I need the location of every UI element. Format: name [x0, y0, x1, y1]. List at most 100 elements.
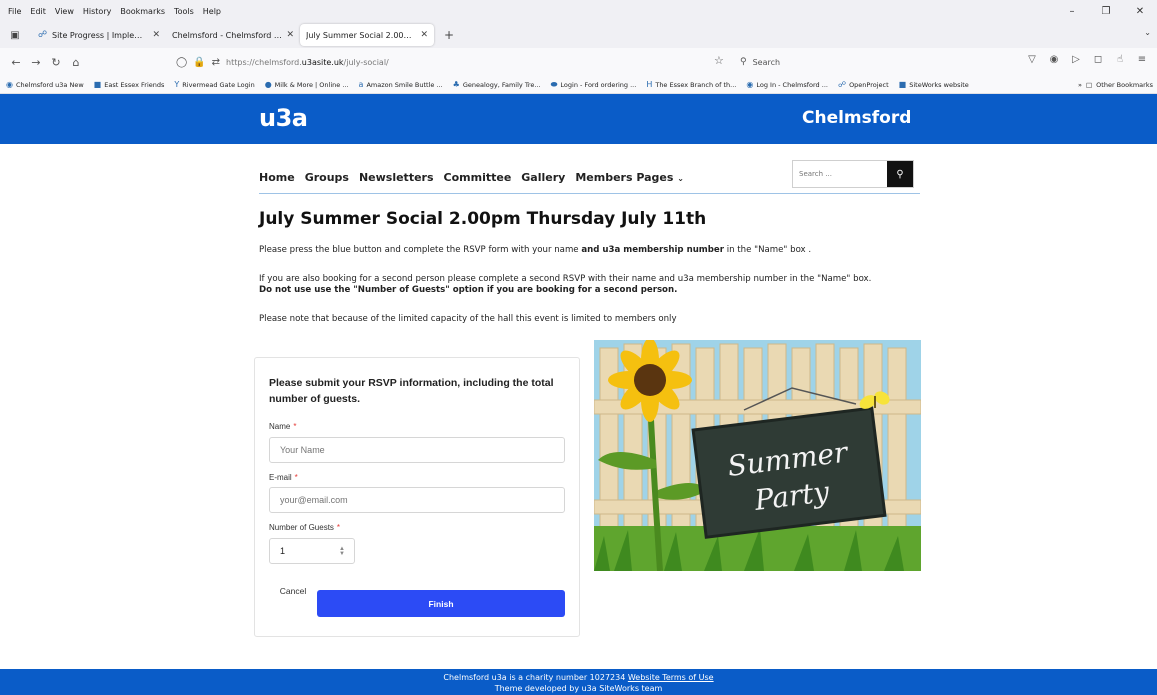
- browser-search-box[interactable]: ⚲ Search: [740, 52, 990, 72]
- minimize-icon[interactable]: –: [1055, 6, 1089, 17]
- rsvp-form: Please submit your RSVP information, inc…: [254, 357, 580, 637]
- summer-party-image: Summer Party: [594, 340, 921, 571]
- nav-gallery[interactable]: Gallery: [521, 171, 565, 184]
- bookmark-item[interactable]: ■ East Essex Friends: [94, 80, 165, 89]
- extension-icons: ▽ ◉ ▷ ◻ ☝ ≡: [1021, 54, 1153, 65]
- back-icon[interactable]: ←: [6, 56, 26, 69]
- menu-tools[interactable]: Tools: [174, 7, 194, 16]
- bookmark-item[interactable]: H The Essex Branch of th...: [646, 80, 736, 89]
- site-search: ⚲: [792, 160, 914, 188]
- tab-label: Chelmsford - Chelmsford u3a for pe: [172, 30, 282, 40]
- folder-icon: □: [1086, 81, 1093, 89]
- amazon-icon: a: [358, 80, 364, 89]
- nav-committee[interactable]: Committee: [444, 171, 512, 184]
- bookmark-item[interactable]: ◉ Log In - Chelmsford ...: [746, 80, 828, 89]
- url-text[interactable]: https://chelmsford.u3asite.uk/july-socia…: [226, 58, 389, 67]
- lock-icon[interactable]: 🔒: [193, 57, 205, 68]
- account-icon[interactable]: ◉: [1043, 54, 1065, 65]
- shield-icon[interactable]: ◯: [176, 57, 187, 68]
- cancel-button[interactable]: Cancel: [279, 585, 307, 597]
- email-field[interactable]: [269, 487, 565, 513]
- close-tab-icon[interactable]: ✕: [420, 30, 428, 40]
- finish-button[interactable]: Finish: [317, 590, 565, 617]
- extension-icon[interactable]: ◻: [1087, 54, 1109, 65]
- bookmark-item[interactable]: ◉ Chelmsford u3a New: [6, 80, 84, 89]
- hamburger-menu-icon[interactable]: ≡: [1131, 54, 1153, 65]
- nav-toolbar: ← → ↻ ⌂ ◯ 🔒 ⇄ https://chelmsford.u3asite…: [0, 48, 1157, 76]
- globe-icon: ◉: [746, 80, 754, 89]
- bookmark-star-icon[interactable]: ☆: [714, 54, 724, 67]
- name-label: Name *: [269, 422, 297, 431]
- guests-stepper[interactable]: 1 ▲ ▼: [269, 538, 355, 564]
- chevron-double-right-icon[interactable]: »: [1078, 81, 1082, 89]
- tab-label: Site Progress | Implementation: [52, 30, 148, 40]
- other-bookmarks[interactable]: » □ Other Bookmarks: [1072, 76, 1157, 93]
- bookmark-item[interactable]: ♣ Genealogy, Family Tre...: [453, 80, 541, 89]
- close-tab-icon[interactable]: ✕: [152, 30, 160, 40]
- instructions-paragraph: Please press the blue button and complet…: [259, 245, 812, 255]
- summer-party-illustration: Summer Party: [594, 340, 921, 571]
- bookmark-item[interactable]: ⬬ Login - Ford ordering ...: [551, 80, 637, 90]
- u3a-favicon-icon: ■: [898, 80, 907, 89]
- forward-icon[interactable]: →: [26, 56, 46, 69]
- new-tab-icon[interactable]: +: [440, 28, 458, 42]
- chevron-down-icon[interactable]: ⌄: [1144, 28, 1151, 37]
- bookmark-favicon-icon: H: [646, 80, 653, 89]
- footer-theme-credit: Theme developed by u3a SiteWorks team: [494, 684, 663, 693]
- bookmark-item[interactable]: ☍ OpenProject: [838, 80, 889, 89]
- tab-site-progress[interactable]: ☍ Site Progress | Implementation ✕: [32, 24, 166, 46]
- restore-icon[interactable]: ❐: [1089, 6, 1123, 17]
- terms-of-use-link[interactable]: Website Terms of Use: [628, 673, 714, 682]
- openproject-icon: ☍: [837, 80, 847, 89]
- required-mark: *: [336, 523, 341, 532]
- menu-history[interactable]: History: [83, 7, 111, 16]
- main-nav: Home Groups Newsletters Committee Galler…: [259, 171, 694, 184]
- url-bar[interactable]: ◯ 🔒 ⇄ https://chelmsford.u3asite.uk/july…: [176, 52, 676, 72]
- pocket-icon[interactable]: ▽: [1021, 54, 1043, 65]
- menu-help[interactable]: Help: [203, 7, 221, 16]
- tab-list-icon[interactable]: ▣: [6, 26, 24, 44]
- chevron-down-icon: ⌄: [677, 174, 684, 183]
- tab-chelmsford[interactable]: Chelmsford - Chelmsford u3a for pe ✕: [166, 24, 300, 46]
- guests-value: 1: [280, 546, 286, 556]
- globe-icon: ◉: [6, 80, 13, 89]
- site-header: u3a Chelmsford: [0, 94, 1157, 144]
- close-window-icon[interactable]: ✕: [1123, 6, 1157, 17]
- menu-bookmarks[interactable]: Bookmarks: [120, 7, 165, 16]
- nav-home[interactable]: Home: [259, 171, 295, 184]
- menu-view[interactable]: View: [55, 7, 74, 16]
- tab-july-social[interactable]: July Summer Social 2.00pm Thursd ✕: [300, 24, 434, 46]
- nav-members-pages[interactable]: Members Pages ⌄: [575, 171, 684, 184]
- bookmark-item[interactable]: a Amazon Smile Buttle ...: [359, 80, 443, 89]
- spinner-icon[interactable]: ▲ ▼: [338, 546, 346, 557]
- u3a-logo[interactable]: u3a: [259, 104, 308, 132]
- footer-charity-line: Chelmsford u3a is a charity number 10272…: [443, 673, 714, 682]
- search-button[interactable]: ⚲: [887, 161, 913, 187]
- permissions-icon[interactable]: ⇄: [212, 57, 220, 68]
- form-title: Please submit your RSVP information, inc…: [269, 377, 554, 405]
- guests-warning: Do not use use the "Number of Guests" op…: [259, 285, 678, 295]
- page-title: July Summer Social 2.00pm Thursday July …: [259, 209, 707, 229]
- extensions-puzzle-icon[interactable]: ☝: [1109, 54, 1131, 65]
- browser-menubar: File Edit View History Bookmarks Tools H…: [0, 0, 1157, 22]
- nav-newsletters[interactable]: Newsletters: [359, 171, 434, 184]
- bookmark-favicon-icon: ♣: [452, 80, 460, 89]
- home-icon[interactable]: ⌂: [66, 56, 86, 69]
- required-mark: *: [294, 473, 298, 482]
- reload-icon[interactable]: ↻: [46, 56, 66, 69]
- close-tab-icon[interactable]: ✕: [286, 30, 294, 40]
- name-field[interactable]: [269, 437, 565, 463]
- capacity-note: Please note that because of the limited …: [259, 314, 677, 324]
- nav-groups[interactable]: Groups: [305, 171, 349, 184]
- site-name[interactable]: Chelmsford: [802, 108, 911, 128]
- menu-file[interactable]: File: [8, 7, 21, 16]
- bookmark-item[interactable]: ■ SiteWorks website: [899, 80, 969, 89]
- second-person-paragraph: If you are also booking for a second per…: [259, 274, 872, 284]
- bookmark-item[interactable]: ● Milk & More | Online ...: [265, 80, 349, 89]
- browser-search-placeholder: Search: [752, 57, 781, 67]
- site-search-input[interactable]: [793, 170, 887, 178]
- bookmark-item[interactable]: Y Rivermead Gate Login: [174, 80, 254, 89]
- reader-icon[interactable]: ▷: [1065, 54, 1087, 65]
- menu-edit[interactable]: Edit: [30, 7, 46, 16]
- window-controls: – ❐ ✕: [1055, 0, 1157, 22]
